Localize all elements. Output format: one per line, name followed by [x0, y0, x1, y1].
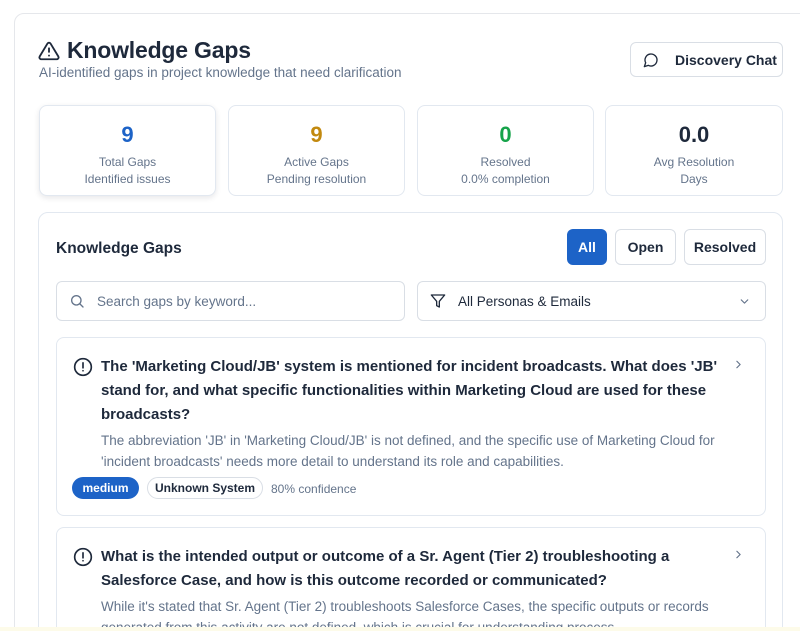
- alert-circle-icon: [73, 357, 93, 377]
- persona-filter-select[interactable]: All Personas & Emails: [417, 281, 766, 321]
- filter-resolved-button[interactable]: Resolved: [684, 229, 766, 265]
- gap-description: The abbreviation 'JB' in 'Marketing Clou…: [101, 433, 715, 469]
- page-title: Knowledge Gaps: [67, 37, 251, 63]
- bottom-strip: [0, 627, 800, 631]
- search-icon: [71, 295, 84, 308]
- discovery-chat-label: Discovery Chat: [675, 51, 777, 68]
- chevron-right-icon[interactable]: [732, 548, 745, 561]
- filter-icon: [430, 294, 446, 308]
- stat-value: 9: [121, 122, 134, 147]
- chevron-down-icon: [740, 299, 749, 304]
- gap-question: The 'Marketing Cloud/JB' system is menti…: [101, 358, 718, 423]
- search-box[interactable]: [56, 281, 405, 321]
- stat-value: 0: [499, 122, 512, 147]
- gap-description: While it's stated that Sr. Agent (Tier 2…: [101, 599, 709, 631]
- search-input[interactable]: [97, 293, 387, 309]
- stat-value: 0.0: [678, 122, 710, 147]
- chevron-right-icon[interactable]: [732, 358, 745, 371]
- page-subtitle: AI-identified gaps in project knowledge …: [39, 65, 402, 80]
- severity-badge: medium: [72, 477, 139, 499]
- stat-label: Resolved 0.0% completion: [461, 155, 550, 186]
- gap-list-item[interactable]: What is the intended output or outcome o…: [56, 527, 766, 631]
- discovery-chat-button[interactable]: Discovery Chat: [630, 42, 783, 77]
- stat-label: Active Gaps Pending resolution: [266, 155, 367, 186]
- message-circle-icon: [643, 52, 658, 67]
- category-badge: Unknown System: [147, 477, 263, 499]
- stat-total-gaps[interactable]: 9 Total Gaps Identified issues: [39, 105, 216, 196]
- stat-active-gaps[interactable]: 9 Active Gaps Pending resolution: [228, 105, 405, 196]
- stat-label: Total Gaps Identified issues: [84, 155, 171, 186]
- stat-value: 9: [310, 122, 323, 147]
- gaps-section-title: Knowledge Gaps: [56, 240, 182, 257]
- stat-resolved[interactable]: 0 Resolved 0.0% completion: [417, 105, 594, 196]
- filter-all-button[interactable]: All: [567, 229, 607, 265]
- filter-open-button[interactable]: Open: [615, 229, 676, 265]
- alert-triangle-icon: [38, 41, 60, 60]
- stat-avg-resolution[interactable]: 0.0 Avg Resolution Days: [605, 105, 783, 196]
- alert-circle-icon: [73, 547, 93, 567]
- confidence-label: 80% confidence: [271, 482, 357, 496]
- gap-question: What is the intended output or outcome o…: [101, 548, 670, 589]
- stat-label: Avg Resolution Days: [653, 155, 735, 186]
- persona-filter-value: All Personas & Emails: [458, 293, 591, 309]
- page-header: Knowledge Gaps: [38, 37, 251, 64]
